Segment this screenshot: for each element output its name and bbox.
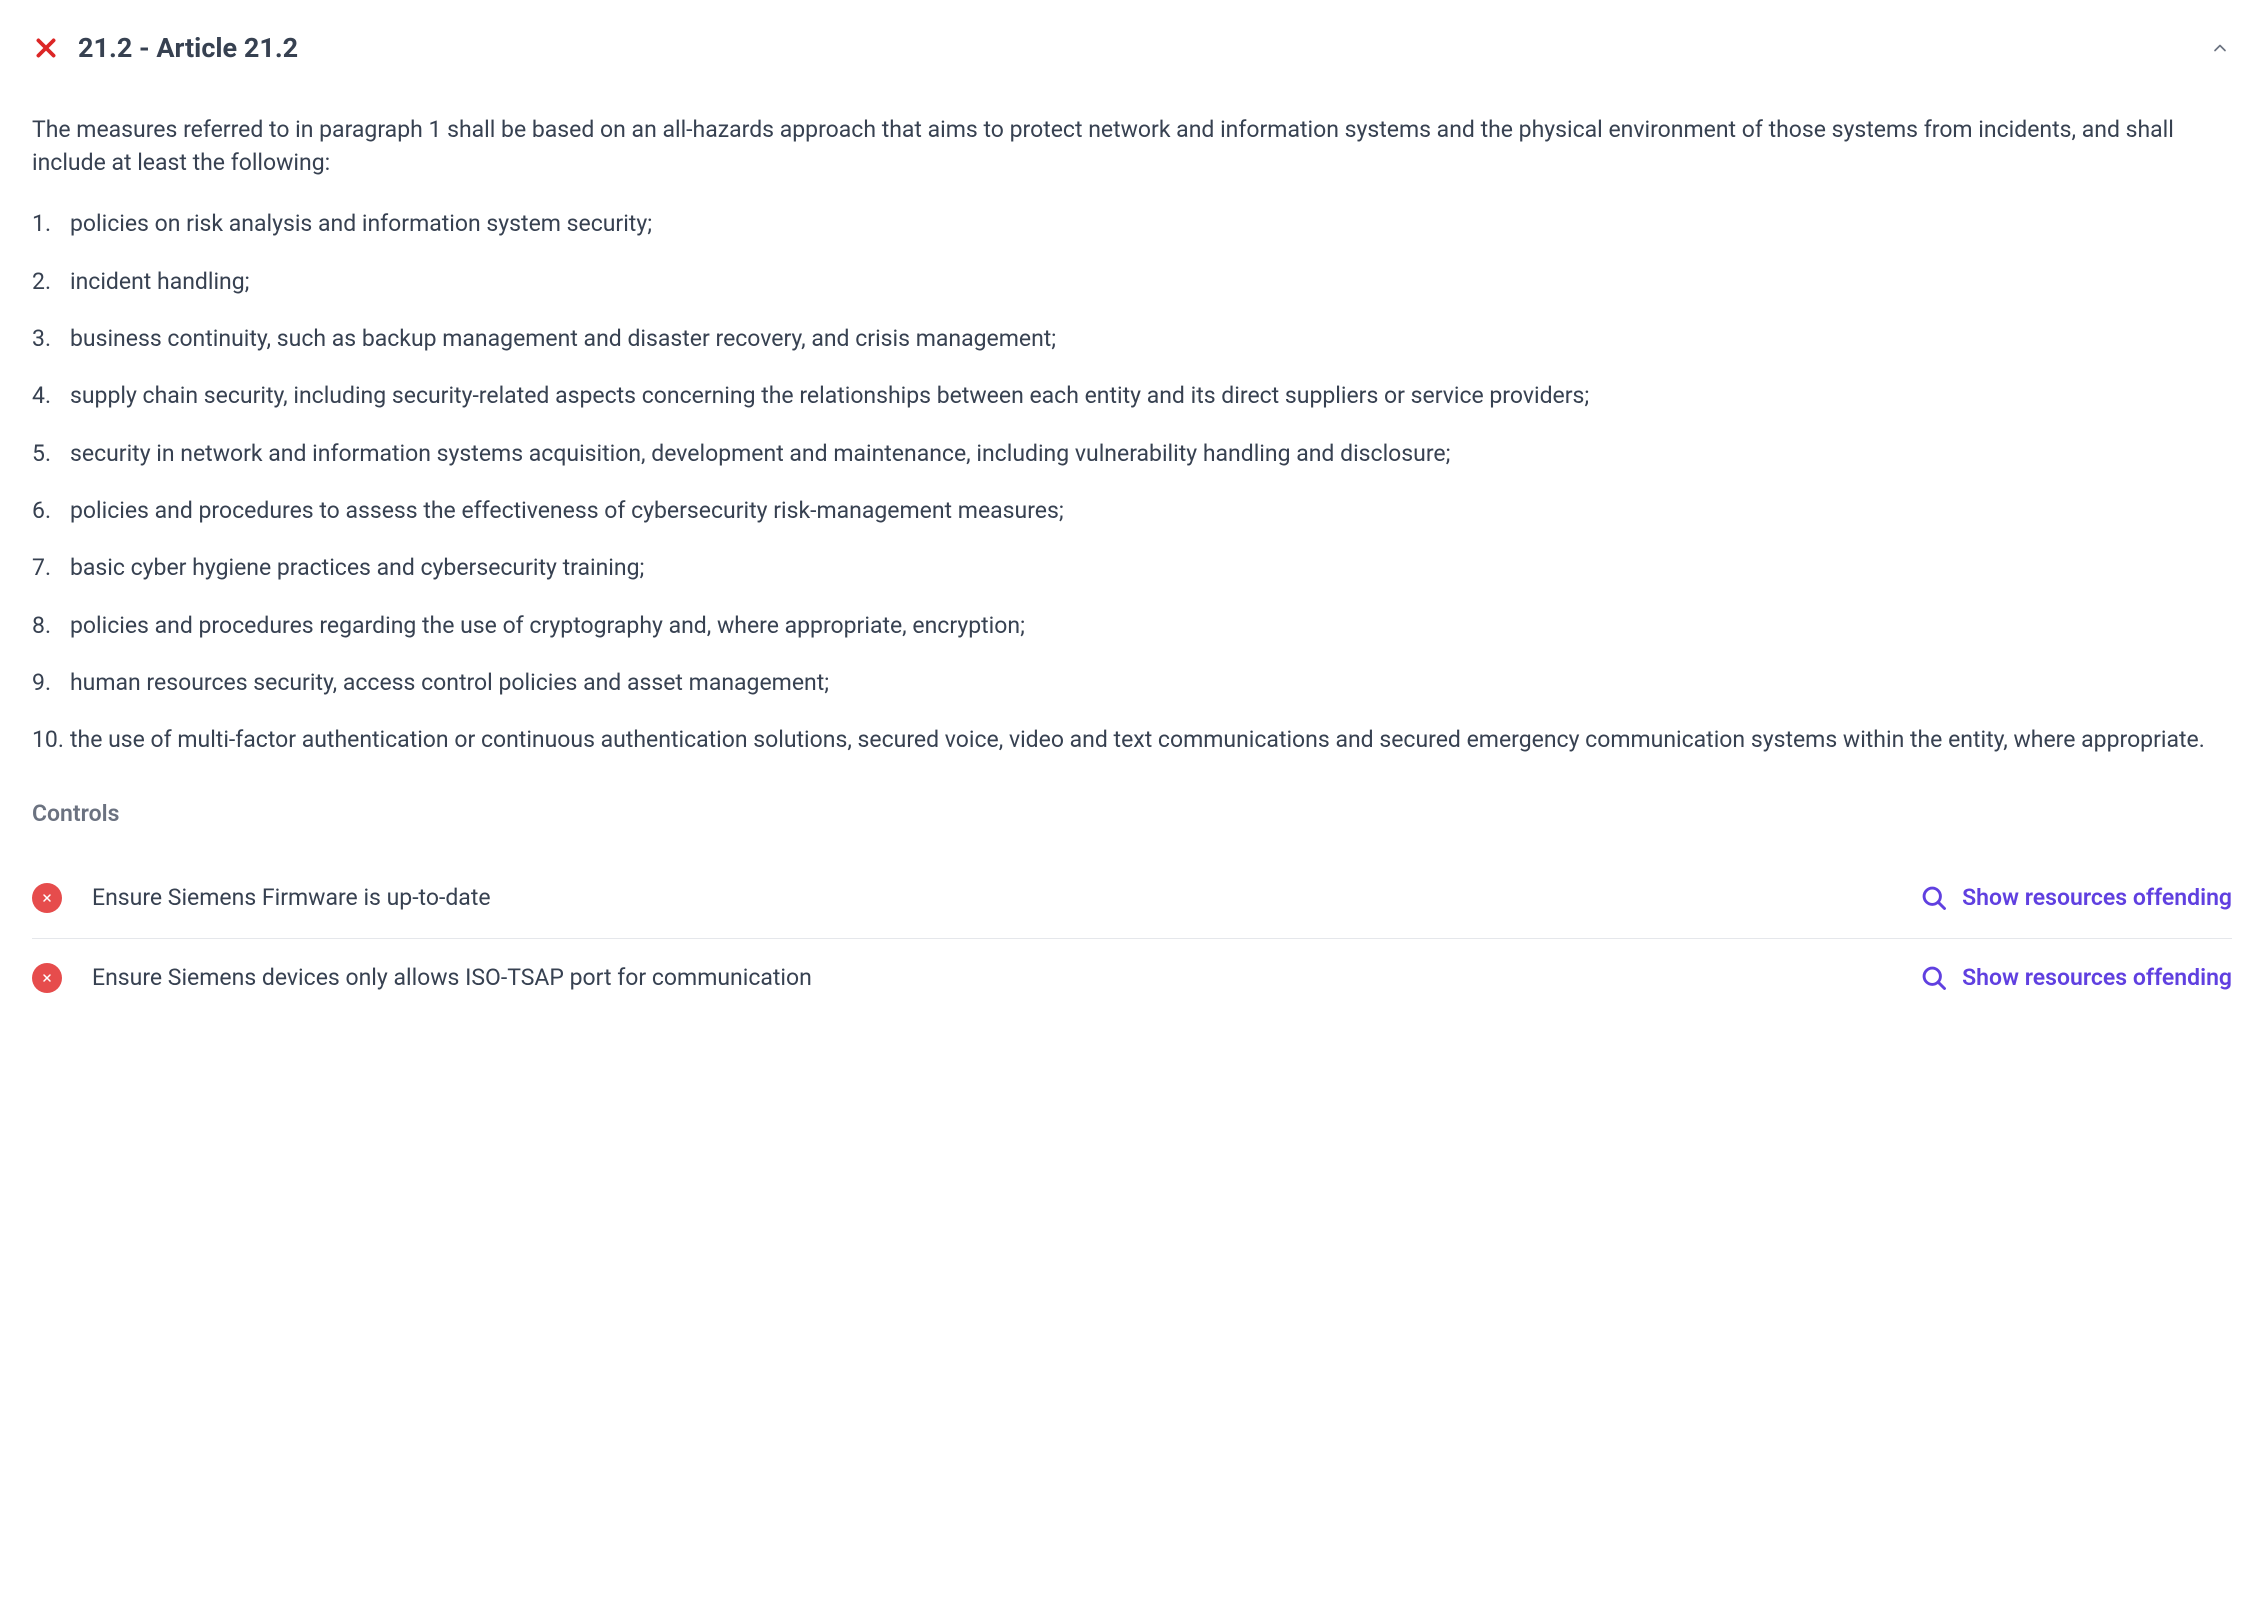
- measure-item: policies and procedures regarding the us…: [32, 609, 2232, 642]
- header-left: 21.2 - Article 21.2: [32, 28, 298, 69]
- show-resources-link[interactable]: Show resources offending: [1920, 881, 2232, 916]
- search-icon: [1920, 964, 1948, 992]
- x-fail-icon: [32, 34, 60, 62]
- control-left: Ensure Siemens Firmware is up-to-date: [32, 881, 491, 916]
- control-row: Ensure Siemens Firmware is up-to-date Sh…: [32, 859, 2232, 938]
- measure-item: supply chain security, including securit…: [32, 379, 2232, 412]
- controls-list: Ensure Siemens Firmware is up-to-date Sh…: [32, 859, 2232, 1017]
- control-left: Ensure Siemens devices only allows ISO-T…: [32, 961, 812, 996]
- control-text: Ensure Siemens devices only allows ISO-T…: [92, 961, 812, 996]
- measure-item: human resources security, access control…: [32, 666, 2232, 699]
- show-resources-link[interactable]: Show resources offending: [1920, 961, 2232, 996]
- chevron-up-icon[interactable]: [2208, 36, 2232, 60]
- measure-item: incident handling;: [32, 265, 2232, 298]
- measure-item: policies and procedures to assess the ef…: [32, 494, 2232, 527]
- article-header: 21.2 - Article 21.2: [32, 28, 2232, 69]
- intro-paragraph: The measures referred to in paragraph 1 …: [32, 113, 2232, 180]
- measure-item: basic cyber hygiene practices and cybers…: [32, 551, 2232, 584]
- measure-item: security in network and information syst…: [32, 437, 2232, 470]
- measure-item: policies on risk analysis and informatio…: [32, 207, 2232, 240]
- controls-heading: Controls: [32, 797, 2232, 832]
- show-resources-label: Show resources offending: [1962, 961, 2232, 996]
- article-title: 21.2 - Article 21.2: [78, 28, 298, 69]
- control-text: Ensure Siemens Firmware is up-to-date: [92, 881, 491, 916]
- measure-item: business continuity, such as backup mana…: [32, 322, 2232, 355]
- search-icon: [1920, 884, 1948, 912]
- fail-badge-icon: [32, 963, 62, 993]
- measures-list: policies on risk analysis and informatio…: [32, 207, 2232, 756]
- show-resources-label: Show resources offending: [1962, 881, 2232, 916]
- control-row: Ensure Siemens devices only allows ISO-T…: [32, 938, 2232, 1018]
- measure-item: the use of multi-factor authentication o…: [32, 723, 2232, 756]
- fail-badge-icon: [32, 883, 62, 913]
